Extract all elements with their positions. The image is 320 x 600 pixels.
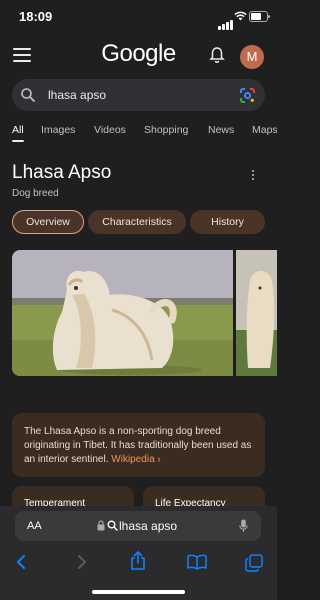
- breed-image-main[interactable]: [12, 250, 233, 376]
- url-text[interactable]: lhasa apso: [119, 519, 177, 533]
- tab-active-indicator: [12, 140, 24, 142]
- tab-all[interactable]: All: [12, 124, 24, 136]
- chip-history[interactable]: History: [190, 210, 265, 234]
- search-input[interactable]: lhasa apso: [48, 88, 106, 102]
- tab-maps[interactable]: Maps: [252, 124, 277, 136]
- share-icon[interactable]: [130, 551, 146, 571]
- chip-characteristics[interactable]: Characteristics: [88, 210, 186, 234]
- google-lens-icon[interactable]: [239, 87, 256, 104]
- chip-overview[interactable]: Overview: [12, 210, 84, 234]
- search-icon: [21, 88, 35, 102]
- tab-images[interactable]: Images: [41, 124, 75, 136]
- forward-icon[interactable]: [76, 554, 88, 570]
- cellular-signal-icon: [218, 12, 234, 30]
- battery-icon: [249, 11, 270, 22]
- tabs-icon[interactable]: [245, 554, 263, 572]
- notifications-bell-icon[interactable]: [209, 46, 225, 64]
- description-text: The Lhasa Apso is a non-sporting dog bre…: [24, 425, 256, 467]
- search-icon: [107, 520, 118, 531]
- bookmarks-icon[interactable]: [187, 554, 207, 570]
- entity-subtitle: Dog breed: [12, 188, 59, 199]
- address-bar[interactable]: AA lhasa apso: [15, 511, 261, 541]
- wikipedia-link[interactable]: Wikipedia ›: [111, 454, 160, 465]
- tab-shopping[interactable]: Shopping: [144, 124, 188, 136]
- tab-news[interactable]: News: [208, 124, 234, 136]
- status-time: 18:09: [19, 9, 53, 24]
- avatar[interactable]: M: [240, 45, 264, 69]
- google-logo[interactable]: Google: [0, 40, 277, 68]
- status-bar: 18:09: [0, 0, 277, 34]
- more-options-icon[interactable]: [252, 170, 255, 182]
- search-box[interactable]: lhasa apso: [12, 79, 265, 111]
- wifi-icon: [234, 11, 247, 21]
- search-tabs: All Images Videos Shopping News Maps: [12, 124, 277, 146]
- microphone-icon[interactable]: [239, 519, 248, 533]
- text-size-button[interactable]: AA: [27, 520, 42, 532]
- entity-title: Lhasa Apso: [12, 162, 112, 183]
- lock-icon: [97, 520, 105, 531]
- breed-image-secondary[interactable]: [236, 250, 277, 376]
- tab-videos[interactable]: Videos: [94, 124, 126, 136]
- back-icon[interactable]: [15, 554, 27, 570]
- home-indicator: [92, 590, 185, 594]
- description-card: The Lhasa Apso is a non-sporting dog bre…: [12, 413, 265, 477]
